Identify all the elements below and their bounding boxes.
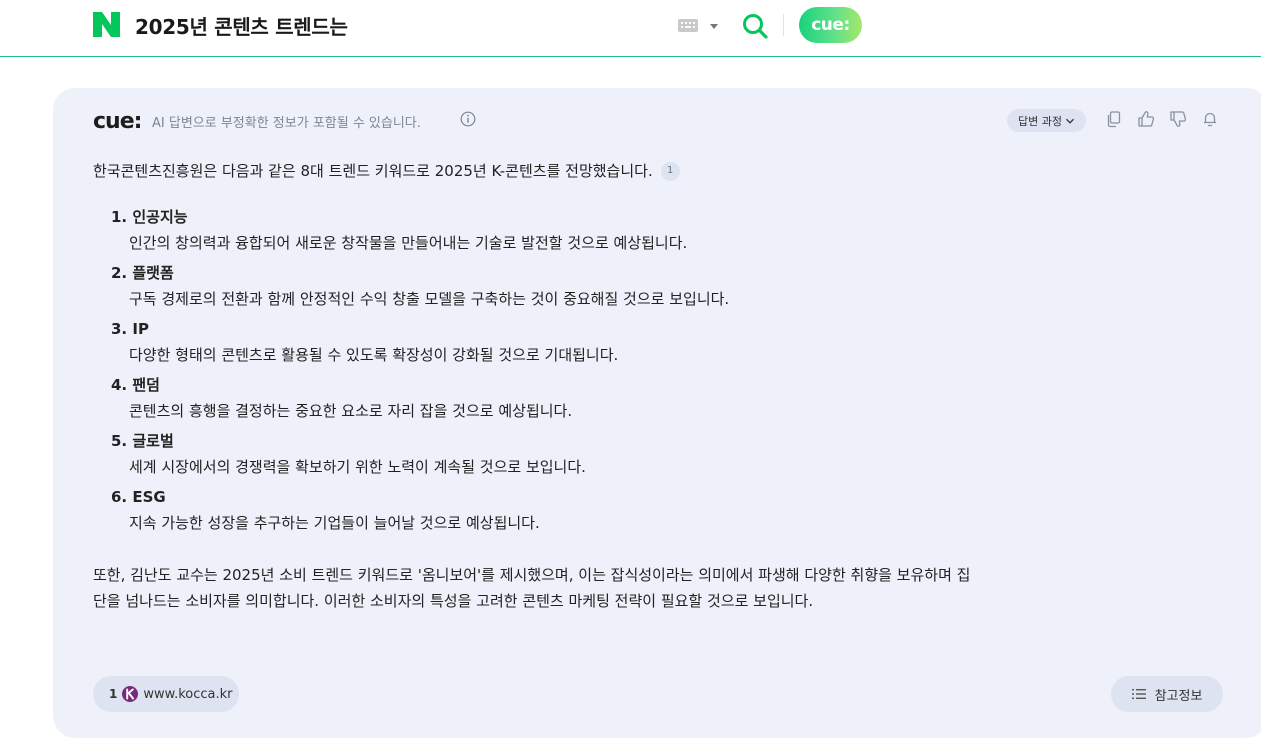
trend-title: 3. IP <box>111 320 149 338</box>
source-link-kocca[interactable]: 1 www.kocca.kr <box>93 676 239 712</box>
info-icon[interactable] <box>460 111 476 127</box>
reference-info-button[interactable]: 참고정보 <box>1111 676 1223 712</box>
list-item: 6. ESG 지속 가능한 성장을 추구하는 기업들이 늘어날 것으로 예상됩니… <box>111 484 951 540</box>
ai-disclaimer: AI 답변으로 부정확한 정보가 포함될 수 있습니다. <box>152 116 421 131</box>
cue-button[interactable]: cue: <box>799 7 862 43</box>
citation-badge[interactable]: 1 <box>660 161 680 181</box>
answer-process-button[interactable]: 답변 과정 <box>1007 109 1086 132</box>
search-button[interactable] <box>741 12 769 40</box>
list-icon <box>1131 689 1146 699</box>
naver-n-logo[interactable] <box>93 12 120 37</box>
trend-description: 다양한 형태의 콘텐츠로 활용될 수 있도록 확장성이 강화될 것으로 기대됩니… <box>129 346 619 364</box>
source-number: 1 <box>109 687 118 701</box>
keyboard-toggle[interactable] <box>677 17 721 35</box>
cue-logo: cue: <box>93 109 142 134</box>
list-item: 4. 팬덤 콘텐츠의 흥행을 결정하는 중요한 요소로 자리 잡을 것으로 예상… <box>111 372 951 428</box>
search-icon <box>743 14 768 39</box>
trend-description: 인간의 창의력과 융합되어 새로운 창작물을 만들어내는 기술로 발전할 것으로… <box>129 234 688 252</box>
answer-intro: 한국콘텐츠진흥원은 다음과 같은 8대 트렌드 키워드로 2025년 K-콘텐츠… <box>93 158 993 184</box>
answer-outro: 또한, 김난도 교수는 2025년 소비 트렌드 키워드로 '옴니보어'를 제시… <box>93 566 971 610</box>
trend-list: 1. 인공지능 인간의 창의력과 융합되어 새로운 창작물을 만들어내는 기술로… <box>111 204 951 540</box>
answer-process-label: 답변 과정 <box>1018 114 1062 128</box>
list-item: 3. IP 다양한 형태의 콘텐츠로 활용될 수 있도록 확장성이 강화될 것으… <box>111 316 951 372</box>
trend-title: 5. 글로벌 <box>111 432 174 450</box>
trend-description: 세계 시장에서의 경쟁력을 확보하기 위한 노력이 계속될 것으로 보입니다. <box>129 458 586 476</box>
chevron-down-icon <box>1066 118 1074 124</box>
trend-description: 콘텐츠의 흥행을 결정하는 중요한 요소로 자리 잡을 것으로 예상됩니다. <box>129 402 573 420</box>
header-divider <box>783 14 784 36</box>
thumbs-down-icon[interactable] <box>1169 110 1187 128</box>
trend-title: 1. 인공지능 <box>111 208 188 226</box>
trend-title: 4. 팬덤 <box>111 376 160 394</box>
trend-title: 6. ESG <box>111 488 166 506</box>
list-item: 1. 인공지능 인간의 창의력과 융합되어 새로운 창작물을 만들어내는 기술로… <box>111 204 951 260</box>
list-item: 2. 플랫폼 구독 경제로의 전환과 함께 안정적인 수익 창출 모델을 구축하… <box>111 260 951 316</box>
trend-title: 2. 플랫폼 <box>111 264 174 282</box>
kocca-logo-icon <box>122 686 139 702</box>
thumbs-up-icon[interactable] <box>1137 110 1155 128</box>
caret-down-icon <box>710 24 718 29</box>
list-item: 5. 글로벌 세계 시장에서의 경쟁력을 확보하기 위한 노력이 계속될 것으로… <box>111 428 951 484</box>
answer-intro-text: 한국콘텐츠진흥원은 다음과 같은 8대 트렌드 키워드로 2025년 K-콘텐츠… <box>93 162 653 180</box>
search-header: 2025년 콘텐츠 트렌드는 cue: <box>0 0 1261 57</box>
trend-description: 지속 가능한 성장을 추구하는 기업들이 늘어날 것으로 예상됩니다. <box>129 514 540 532</box>
trend-description: 구독 경제로의 전환과 함께 안정적인 수익 창출 모델을 구축하는 것이 중요… <box>129 290 730 308</box>
copy-icon[interactable] <box>1105 110 1123 128</box>
cue-answer-card: cue: AI 답변으로 부정확한 정보가 포함될 수 있습니다. 답변 과정 … <box>53 88 1261 738</box>
reference-info-label: 참고정보 <box>1154 688 1203 704</box>
search-query-text[interactable]: 2025년 콘텐츠 트렌드는 <box>135 11 348 40</box>
source-domain: www.kocca.kr <box>143 686 233 702</box>
keyboard-icon <box>678 19 718 32</box>
bell-icon[interactable] <box>1201 110 1219 128</box>
answer-body: 한국콘텐츠진흥원은 다음과 같은 8대 트렌드 키워드로 2025년 K-콘텐츠… <box>93 158 993 184</box>
